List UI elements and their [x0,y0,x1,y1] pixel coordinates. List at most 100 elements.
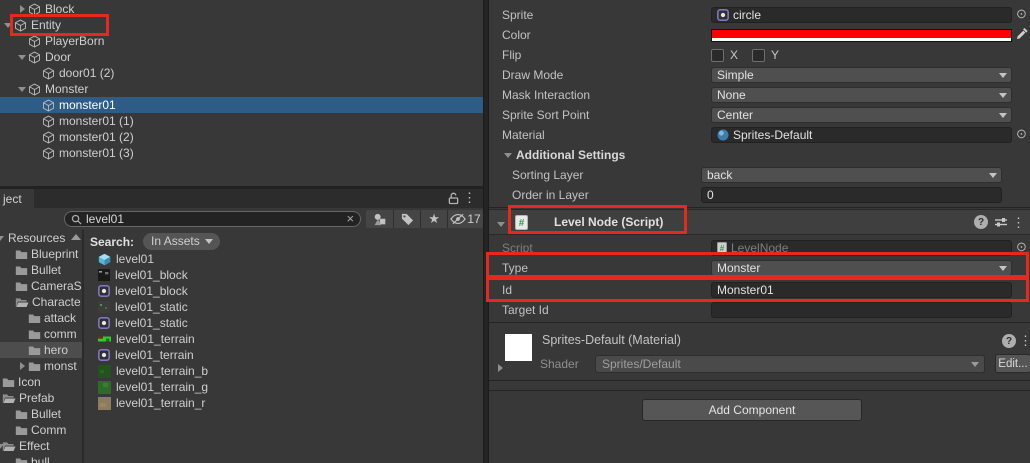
sprite-renderer-rows: Sprite⊙circleColorFlipXYDraw ModeSimpleM… [489,0,1030,205]
hierarchy-item[interactable]: PlayerBorn [0,33,483,49]
project-tab[interactable]: ject [0,189,34,208]
object-picker-icon[interactable]: ⊙ [1016,240,1027,253]
favorites-star-icon[interactable]: ★ [420,210,447,228]
object-picker-icon[interactable]: ⊙ [1016,127,1027,140]
hierarchy-item[interactable]: Door [0,49,483,65]
hierarchy-item[interactable]: monster01 (1) [0,113,483,129]
hierarchy-item[interactable]: Monster [0,81,483,97]
property-label: Sprite [502,8,533,22]
folder-tree-item[interactable]: monst [0,358,82,374]
tag-icon[interactable] [393,210,420,228]
asset-list-item[interactable]: level01_static [84,299,483,315]
filter-by-type-icon[interactable] [366,210,393,228]
foldout-arrow-icon[interactable] [0,440,6,452]
foldout-arrow-icon[interactable] [502,149,514,161]
folder-tree-item-label: Bullet [31,263,61,277]
object-field[interactable]: #LevelNode [711,240,1012,256]
asset-list-item[interactable]: level01_terrain_b [84,363,483,379]
text-input-field[interactable]: Monster01 [711,282,1012,298]
kebab-menu-icon[interactable]: ⋮ [1019,333,1030,349]
folder-tree-item[interactable]: Bullet [0,406,82,422]
add-component-button[interactable]: Add Component [642,399,862,421]
help-icon[interactable]: ? [974,215,988,229]
eye-hidden-icon [450,213,466,225]
folder-tree-item[interactable]: attack [0,310,82,326]
foldout-arrow-icon[interactable] [16,360,28,372]
asset-list-item[interactable]: level01_terrain [84,347,483,363]
shader-label: Shader [540,357,579,371]
folder-tree-item[interactable]: Blueprint [0,246,82,262]
folder-tree-item[interactable]: Resources [0,230,82,246]
foldout-arrow-icon[interactable] [0,232,6,244]
level-node-component-header[interactable]: # Level Node (Script) ? ⋮ [489,209,1030,235]
foldout-arrow-icon[interactable] [495,218,507,230]
folder-tree-item[interactable]: Bullet [0,262,82,278]
folder-tree-item[interactable]: Prefab [0,390,82,406]
kebab-menu-icon[interactable]: ⋮ [1012,215,1025,231]
folder-tree-item[interactable]: Effect [0,438,82,454]
folder-tree-item[interactable]: hero [0,342,82,358]
foldout-arrow-icon[interactable] [16,51,28,63]
foldout-arrow-icon[interactable] [16,3,28,15]
search-input[interactable]: level01 × [64,211,361,227]
folder-icon [28,345,41,356]
dropdown-field[interactable]: Monster [711,260,1012,276]
dropdown-field[interactable]: Simple [711,67,1012,83]
asset-list-item[interactable]: level01_terrain_g [84,379,483,395]
dropdown-field[interactable]: Center [711,107,1012,123]
property-label: Flip [502,48,521,62]
clear-search-icon[interactable]: × [346,214,354,224]
cube-outline-icon [42,67,55,80]
asset-list-item[interactable]: level01 [84,251,483,267]
color-swatch-field[interactable] [711,29,1012,42]
eyedropper-icon[interactable] [1016,28,1028,40]
folder-tree-item[interactable]: Comm [0,422,82,438]
hierarchy-item[interactable]: Block [0,1,483,17]
foldout-arrow-icon[interactable] [16,83,28,95]
folder-tree-item[interactable]: bull [0,454,82,463]
hierarchy-item[interactable]: monster01 (2) [0,129,483,145]
dropdown-field[interactable]: back [701,167,1002,183]
asset-list-item[interactable]: level01_terrain_r [84,395,483,411]
foldout-arrow-icon [30,67,42,79]
folder-tree-item[interactable]: Characte [0,294,82,310]
presets-icon[interactable] [994,216,1008,228]
search-scope-chip[interactable]: In Assets [143,233,220,250]
foldout-arrow-icon[interactable] [2,19,14,31]
folder-tree-item[interactable]: CameraS [0,278,82,294]
hierarchy-item[interactable]: monster01 (3) [0,145,483,161]
asset-list-item[interactable]: level01_block [84,267,483,283]
checkbox-y[interactable] [752,49,765,62]
hierarchy-item[interactable]: monster01 [0,97,483,113]
object-picker-icon[interactable]: ⊙ [1016,7,1027,20]
asset-list-item[interactable]: level01_terrain [84,331,483,347]
hierarchy-item[interactable]: door01 (2) [0,65,483,81]
foldout-arrow-icon[interactable] [494,362,506,374]
object-value: LevelNode [731,241,788,255]
folder-tree-item[interactable]: comm [0,326,82,342]
shader-dropdown[interactable]: Sprites/Default [595,355,985,373]
object-field[interactable]: circle [711,7,1012,23]
inspector-row-sprite-sort-point: Sprite Sort PointCenter [489,105,1030,125]
text-input-field[interactable]: 0 [701,187,1002,203]
folder-icon [2,377,15,388]
kebab-menu-icon[interactable]: ⋮ [463,190,476,206]
foldout-label[interactable]: Additional Settings [516,148,625,162]
folder-tree-item[interactable]: Icon [0,374,82,390]
help-icon[interactable]: ? [1002,334,1016,348]
hidden-count-button[interactable]: 17 [447,210,483,228]
checkbox-x[interactable] [711,49,724,62]
tex-tan-icon [98,397,111,410]
hierarchy-item[interactable]: Entity [0,17,483,33]
asset-list-item[interactable]: level01_static [84,315,483,331]
lock-icon[interactable] [448,192,459,205]
asset-list-item-label: level01 [116,252,154,266]
asset-list-item-label: level01_terrain_r [116,396,205,410]
edit-shader-button[interactable]: Edit... [995,354,1030,373]
text-input-field[interactable] [711,302,1012,318]
asset-list-item[interactable]: level01_block [84,283,483,299]
project-panel: ject ⋮ level01 × ★ [0,189,483,463]
object-field[interactable]: Sprites-Default [711,127,1012,143]
dropdown-field[interactable]: None [711,87,1012,103]
foldout-arrow-icon [30,147,42,159]
